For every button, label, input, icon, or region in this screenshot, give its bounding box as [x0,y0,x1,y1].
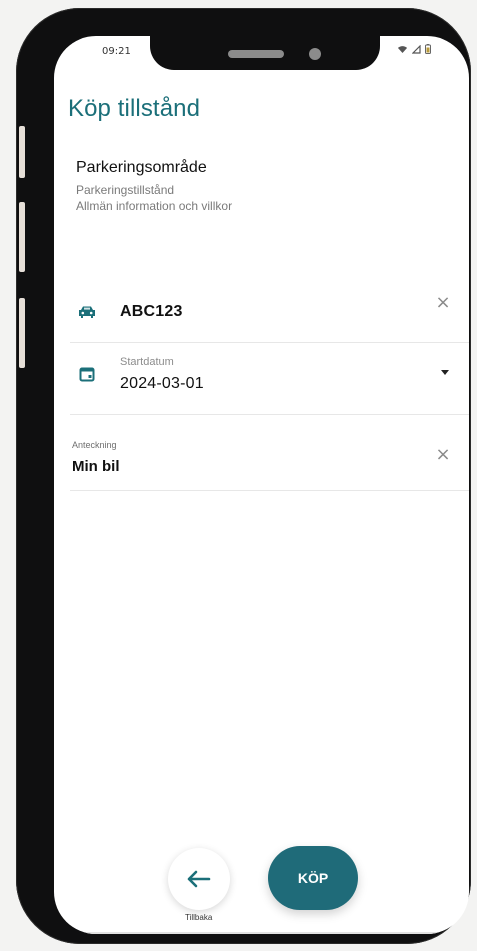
back-label: Tillbaka [185,913,213,922]
arrow-left-icon [187,870,211,888]
front-camera [309,48,321,60]
clear-note-button[interactable]: × [434,446,452,464]
status-time: 09:21 [102,46,131,57]
note-value: Min bil [72,458,120,475]
camera-notch [150,36,380,70]
speaker [228,50,284,58]
license-plate-field[interactable]: ABC123 × [70,282,469,343]
note-field[interactable]: Anteckning Min bil × [70,432,469,491]
close-icon: × [435,444,451,465]
back-button[interactable] [168,848,230,910]
start-date-label: Startdatum [120,356,174,368]
buy-button[interactable]: KÖP [268,846,358,910]
side-button [19,126,25,178]
start-date-value: 2024-03-01 [120,375,204,392]
phone-frame: 09:21 Köp tillstånd Parkeringsområde Par… [16,8,471,944]
clear-plate-button[interactable]: × [434,294,452,312]
battery-icon [425,44,431,54]
status-icons [397,44,431,54]
note-label: Anteckning [72,440,117,450]
bottom-edge [54,932,469,934]
screen: 09:21 Köp tillstånd Parkeringsområde Par… [54,36,469,934]
chevron-down-icon[interactable] [441,370,449,375]
side-button [19,202,25,272]
side-button [19,298,25,368]
page-title: Köp tillstånd [68,95,201,122]
calendar-icon [70,366,104,382]
license-plate-value: ABC123 [120,303,183,320]
car-icon [70,305,104,319]
wifi-icon [398,45,407,53]
start-date-field[interactable]: Startdatum 2024-03-01 [70,344,469,415]
general-info-link[interactable]: Allmän information och villkor [76,199,232,213]
close-icon: × [435,292,451,313]
signal-icon [412,44,421,54]
parking-permit-subtitle: Parkeringstillstånd [76,183,175,197]
parking-area-title: Parkeringsområde [76,159,207,176]
